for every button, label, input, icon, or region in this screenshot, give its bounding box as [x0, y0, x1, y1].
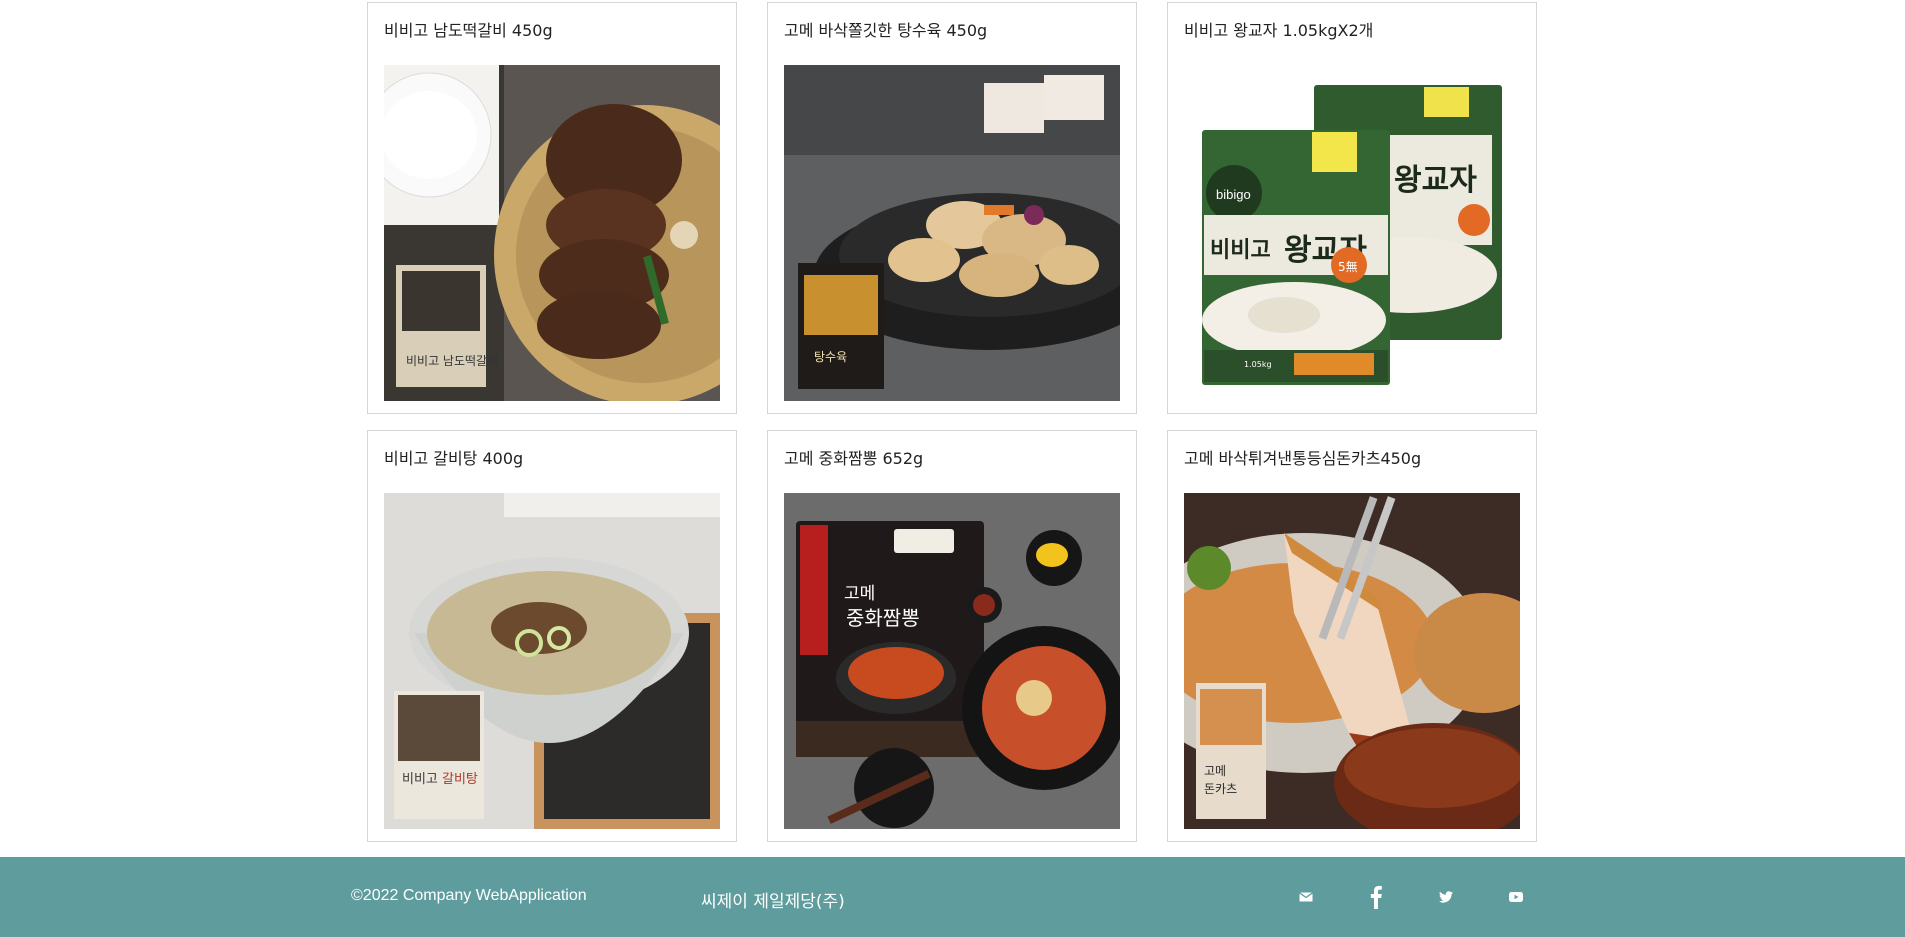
product-image[interactable]: 고메 돈카츠 [1184, 493, 1520, 829]
product-image[interactable]: 고메 중화짬뽕 [784, 493, 1120, 829]
package-text: 5無 [1338, 259, 1358, 274]
product-grid: 비비고 남도떡갈비 450g 비비고 남도떡갈비 고메 바삭쫄깃한 탕수육 45… [367, 2, 1537, 842]
twitter-icon[interactable] [1432, 883, 1460, 911]
product-title: 비비고 왕교자 1.05kgX2개 [1184, 21, 1374, 40]
product-image[interactable]: 왕교자 bibigo 비비고 왕교자 5無 1.05kg [1184, 65, 1520, 401]
product-card[interactable]: 고메 바삭쫄깃한 탕수육 450g 탕수육 [767, 2, 1137, 414]
product-card[interactable]: 비비고 갈비탕 400g 비비고 갈비탕 [367, 430, 737, 842]
product-title: 고메 바삭쫄깃한 탕수육 450g [784, 21, 988, 40]
product-card[interactable]: 비비고 남도떡갈비 450g 비비고 남도떡갈비 [367, 2, 737, 414]
package-text: 1.05kg [1244, 360, 1272, 369]
product-card[interactable]: 고메 바삭튀겨낸통등심돈카츠450g 고메 돈카츠 [1167, 430, 1537, 842]
svg-text:비비고 남도떡갈비: 비비고 남도떡갈비 [406, 354, 498, 368]
product-image[interactable]: 비비고 갈비탕 [384, 493, 720, 829]
copyright-text: ©2022 Company WebApplication [351, 887, 587, 904]
mail-icon[interactable] [1292, 883, 1320, 911]
package-text: 고메 [844, 584, 875, 604]
package-text: 갈비탕 [442, 772, 478, 787]
product-image[interactable]: 비비고 남도떡갈비 [384, 65, 720, 401]
facebook-icon[interactable] [1362, 883, 1390, 911]
product-title: 고메 중화짬뽕 652g [784, 449, 924, 468]
package-text: 왕교자 [1394, 163, 1477, 198]
product-title: 비비고 남도떡갈비 450g [384, 21, 553, 40]
package-text: 돈카츠 [1204, 782, 1237, 796]
package-text: bibigo [1216, 187, 1251, 202]
package-text: 고메 [1204, 764, 1226, 778]
product-image[interactable]: 탕수육 [784, 65, 1120, 401]
youtube-icon[interactable] [1502, 883, 1530, 911]
product-title: 고메 바삭튀겨낸통등심돈카츠450g [1184, 449, 1422, 468]
product-card[interactable]: 고메 중화짬뽕 652g 고메 중화짬뽕 [767, 430, 1137, 842]
product-title: 비비고 갈비탕 400g [384, 449, 524, 468]
package-text: 중화짬뽕 [846, 606, 920, 630]
svg-text:탕수육: 탕수육 [814, 350, 847, 364]
package-text: 비비고 [402, 772, 438, 787]
company-name: 씨제이 제일제당(주) [701, 892, 845, 912]
product-card[interactable]: 비비고 왕교자 1.05kgX2개 왕교자 bibigo 비비고 왕교자 5無 … [1167, 2, 1537, 414]
package-text: 비비고 [1210, 238, 1271, 263]
footer: ©2022 Company WebApplication 씨제이 제일제당(주) [0, 857, 1905, 937]
